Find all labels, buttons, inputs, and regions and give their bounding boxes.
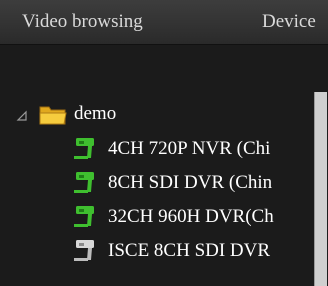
camera-offline-icon (74, 240, 94, 261)
tab-video-browsing[interactable]: Video browsing (22, 9, 143, 35)
vertical-scrollbar[interactable] (314, 92, 327, 286)
camera-icon (74, 138, 94, 159)
camera-icon (74, 172, 94, 193)
tree-root-demo[interactable]: demo (74, 101, 116, 127)
camera-icon (74, 206, 94, 227)
video-browsing-window: Video browsing Device demo 4CH 720P NVR … (0, 0, 328, 286)
device-8ch-sdi-dvr[interactable]: 8CH SDI DVR (Chin (108, 170, 272, 196)
tab-bar: Video browsing Device (0, 0, 328, 45)
device-32ch-960h-dvr[interactable]: 32CH 960H DVR(Ch (108, 204, 274, 230)
folder-icon (39, 106, 67, 125)
device-4ch-720p-nvr[interactable]: 4CH 720P NVR (Chi (108, 136, 270, 162)
tab-device[interactable]: Device (262, 9, 316, 35)
expand-arrow-icon[interactable] (16, 110, 28, 122)
device-isce-8ch-sdi-dvr[interactable]: ISCE 8CH SDI DVR (108, 238, 270, 264)
